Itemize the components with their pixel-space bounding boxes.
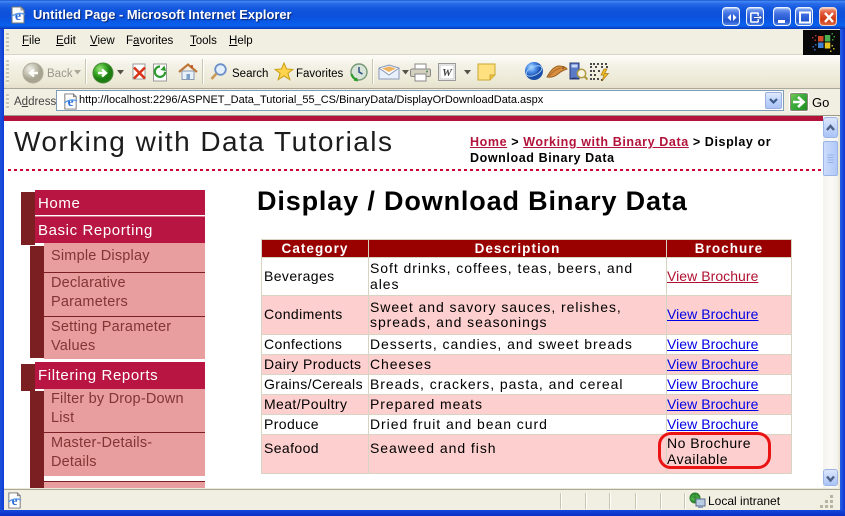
svg-text:e: e xyxy=(68,94,74,109)
svg-text:W: W xyxy=(442,67,453,79)
svg-text:e: e xyxy=(15,9,21,24)
svg-text:e: e xyxy=(12,493,18,508)
